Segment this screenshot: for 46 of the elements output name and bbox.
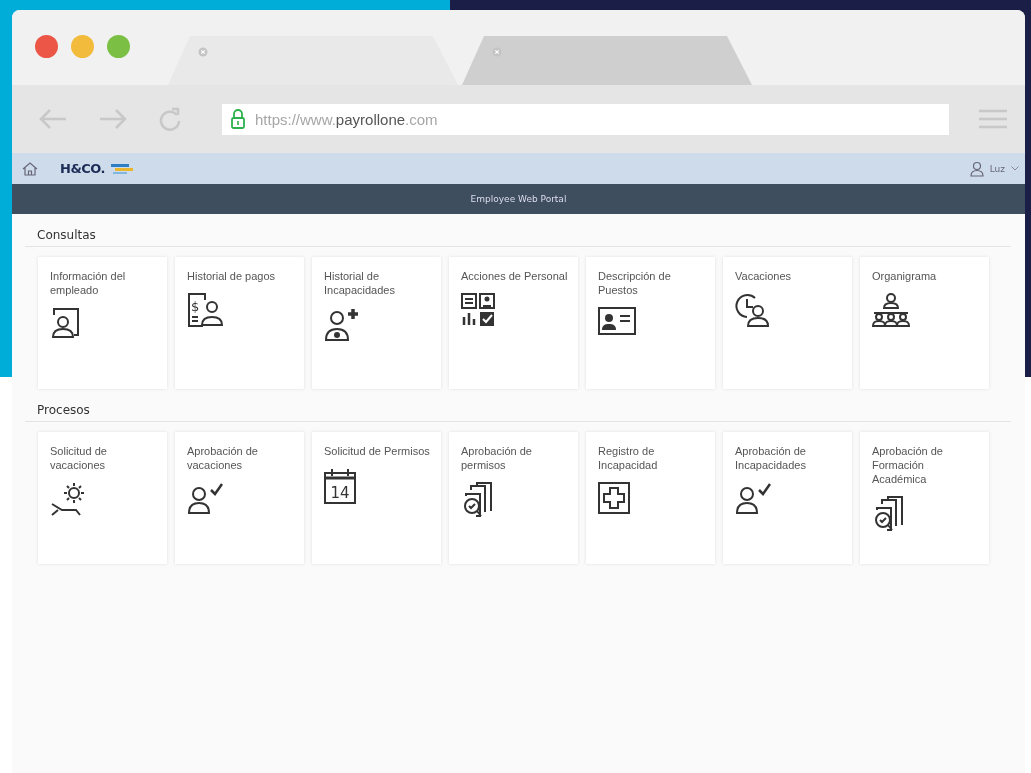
user-icon[interactable] (969, 160, 984, 177)
banner-title: Employee Web Portal (470, 194, 567, 204)
lock-icon (231, 109, 245, 129)
menu-icon[interactable] (979, 109, 1007, 129)
menu-tile[interactable]: Aprobación de Incapacidades (723, 432, 852, 564)
url-text: https://www.payrollone.com (255, 110, 438, 128)
person-frame-icon (50, 307, 82, 339)
menu-tile[interactable]: Historial de Incapacidades (312, 257, 441, 389)
close-icon[interactable] (198, 47, 208, 57)
menu-tile[interactable]: Registro de Incapacidad (586, 432, 715, 564)
menu-tile[interactable]: Aprobación de vacaciones (175, 432, 304, 564)
menu-tile[interactable]: Información del empleado (38, 257, 167, 389)
home-icon[interactable] (22, 161, 38, 176)
close-dot[interactable] (35, 35, 58, 58)
person-check-icon (187, 482, 223, 514)
menu-tile[interactable]: Organigrama (860, 257, 989, 389)
close-icon[interactable] (492, 47, 502, 57)
menu-tile[interactable]: Historial de pagos $ (175, 257, 304, 389)
person-plus-icon (324, 307, 360, 341)
user-name[interactable]: Luz (989, 163, 1005, 174)
menu-tile[interactable]: Vacaciones (723, 257, 852, 389)
org-chart-icon (872, 293, 910, 327)
caret-icon[interactable] (1011, 166, 1019, 171)
person-check-icon (735, 482, 771, 514)
document-search-icon (872, 496, 906, 532)
address-bar[interactable]: https://www.payrollone.com (222, 103, 949, 135)
medical-cross-icon (598, 482, 630, 514)
back-arrow-icon[interactable] (38, 108, 68, 130)
minimize-dot[interactable] (71, 35, 94, 58)
menu-tile[interactable]: Solicitud de vacaciones (38, 432, 167, 564)
maximize-dot[interactable] (107, 35, 130, 58)
clock-person-icon (735, 293, 771, 327)
section-title: Procesos (25, 401, 1011, 422)
document-search-icon (461, 482, 495, 518)
section-title: Consultas (25, 226, 1011, 247)
menu-tile[interactable]: Descripción de Puestos (586, 257, 715, 389)
logo-mark-icon (110, 162, 133, 175)
forward-arrow-icon[interactable] (98, 108, 128, 130)
reload-icon[interactable] (158, 106, 182, 132)
id-card-icon (598, 307, 636, 335)
menu-tile[interactable]: Acciones de Personal (449, 257, 578, 389)
menu-tile[interactable]: Aprobación de permisos (449, 432, 578, 564)
action-grid-icon (461, 293, 495, 327)
company-logo[interactable]: H&CO. (60, 161, 105, 176)
menu-tile[interactable]: Aprobación de Formación Académica (860, 432, 989, 564)
menu-tile[interactable]: Solicitud de Permisos 14 (312, 432, 441, 564)
